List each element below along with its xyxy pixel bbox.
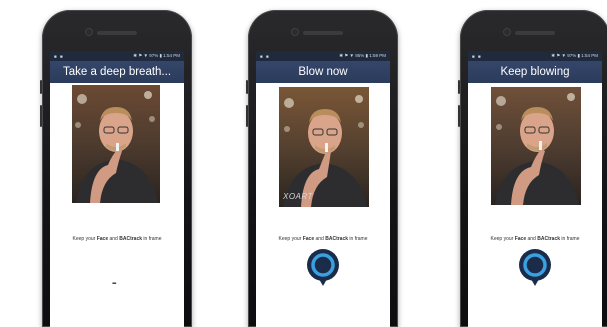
status-bar: ■ ■ ✱ ⚑ ▼ 95% ▮ 1:59 PM [256,51,390,61]
frame-hint-text: Keep your Face and BACtrack in frame [468,236,602,242]
hint-bold-bactrack: BACtrack [537,236,561,242]
camera-preview: XOART [279,87,369,207]
earpiece-speaker [303,31,343,35]
phone-frame-1: ■ ■ ✱ ⚑ ▼ 97% ▮ 1:54 PM Take a deep brea… [40,10,192,327]
home-indicator: ▪▪▪ [112,281,117,287]
hint-bold-face: Face [302,236,315,242]
mute-switch [458,80,460,94]
hint-text-part: Keep your [490,236,515,242]
blow-ring-icon [307,249,339,286]
status-indicators: ✱ ⚑ ▼ 97% ▮ 1:54 PM [551,53,598,58]
user-face-image [279,87,369,207]
instruction-title: Keep blowing [468,61,602,83]
blow-indicator-button[interactable] [518,248,552,286]
hint-text-part: in frame [348,236,368,242]
mute-switch [40,80,42,94]
volume-up-button [246,105,248,127]
earpiece-speaker [97,31,137,35]
camera-preview [491,87,581,205]
volume-up-button [458,105,460,127]
blow-ring-icon [519,249,551,286]
status-notification-icons: ■ ■ [54,53,64,59]
hint-text-part: and [526,236,538,242]
app-screen-3: ■ ■ ✱ ⚑ ▼ 97% ▮ 1:54 PM Keep blowing Kee… [468,51,602,327]
app-screen-2: ■ ■ ✱ ⚑ ▼ 95% ▮ 1:59 PM Blow now XOART K… [256,51,390,327]
frame-hint-text: Keep your Face and BACtrack in frame [50,236,184,242]
hint-bold-bactrack: BACtrack [325,236,349,242]
status-notification-icons: ■ ■ [472,53,482,59]
instruction-title: Blow now [256,61,390,83]
status-bar: ■ ■ ✱ ⚑ ▼ 97% ▮ 1:54 PM [468,51,602,61]
volume-up-button [40,105,42,127]
phone-frame-3: ■ ■ ✱ ⚑ ▼ 97% ▮ 1:54 PM Keep blowing Kee… [458,10,607,327]
front-camera-icon [292,29,298,35]
hint-text-part: and [108,236,120,242]
hint-text-part: and [314,236,326,242]
brand-watermark: XOART [283,192,313,201]
camera-preview [72,85,160,203]
app-screen-1: ■ ■ ✱ ⚑ ▼ 97% ▮ 1:54 PM Take a deep brea… [50,51,184,327]
front-camera-icon [86,29,92,35]
user-face-image [491,87,581,205]
hint-bold-face: Face [514,236,527,242]
status-indicators: ✱ ⚑ ▼ 95% ▮ 1:59 PM [339,53,386,58]
instruction-title: Take a deep breath... [50,61,184,83]
status-bar: ■ ■ ✱ ⚑ ▼ 97% ▮ 1:54 PM [50,51,184,61]
hint-text-part: Keep your [278,236,303,242]
status-indicators: ✱ ⚑ ▼ 97% ▮ 1:54 PM [133,53,180,58]
front-camera-icon [504,29,510,35]
hint-text-part: in frame [142,236,162,242]
hint-bold-face: Face [96,236,109,242]
mute-switch [246,80,248,94]
status-notification-icons: ■ ■ [260,53,270,59]
hint-text-part: Keep your [72,236,97,242]
hint-bold-bactrack: BACtrack [119,236,143,242]
frame-hint-text: Keep your Face and BACtrack in frame [256,236,390,242]
phone-frame-2: ■ ■ ✱ ⚑ ▼ 95% ▮ 1:59 PM Blow now XOART K… [246,10,398,327]
blow-indicator-button[interactable] [306,248,340,286]
hint-text-part: in frame [560,236,580,242]
user-face-image [72,85,160,203]
earpiece-speaker [515,31,555,35]
